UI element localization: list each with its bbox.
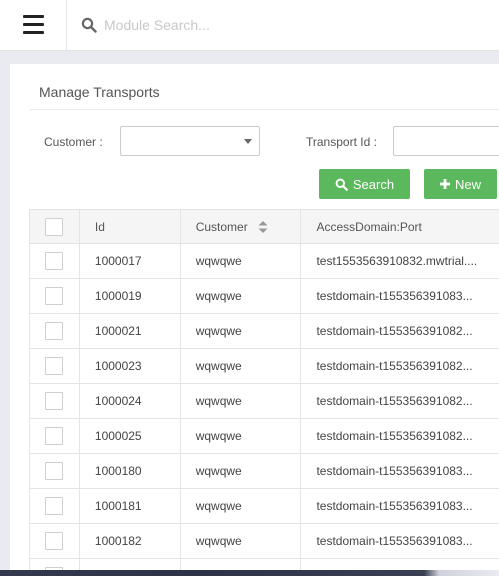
- id-cell: 1000019: [80, 279, 181, 313]
- table-header-row: Id Customer AccessDomain:Port: [30, 210, 499, 244]
- id-cell: 1000021: [80, 314, 181, 348]
- customer-cell: wqwqwe: [181, 384, 302, 418]
- search-icon: [81, 17, 97, 33]
- row-checkbox[interactable]: [45, 427, 64, 445]
- access-domain-cell: testdomain-t155356391082...: [316, 324, 473, 338]
- column-header-access-domain-label: AccessDomain:Port: [316, 219, 422, 234]
- manage-transports-panel: Manage Transports Customer : Transport I…: [10, 64, 499, 576]
- id-cell: 1000017: [80, 244, 181, 278]
- column-header-customer[interactable]: Customer: [181, 210, 302, 243]
- customer-cell: wqwqwe: [181, 349, 302, 383]
- row-checkbox[interactable]: [45, 392, 64, 410]
- select-all-cell: [30, 210, 80, 243]
- module-search-input[interactable]: [104, 12, 484, 38]
- id-cell: 1000180: [80, 454, 181, 488]
- access-domain-cell: testdomain-t155356391083...: [316, 534, 473, 548]
- id-cell: 1000023: [80, 349, 181, 383]
- id-cell: 1000024: [80, 384, 181, 418]
- transport-id-input[interactable]: [393, 126, 499, 156]
- access-domain-cell: testdomain-t155356391083...: [316, 464, 473, 478]
- title-divider: [30, 109, 499, 110]
- table-row[interactable]: 1000023 wqwqwe testdomain-t155356391082.…: [30, 349, 499, 384]
- search-button[interactable]: Search: [319, 169, 410, 199]
- transports-table: Id Customer AccessDomain:Port 1000017 wq…: [29, 209, 499, 576]
- row-checkbox[interactable]: [45, 462, 64, 480]
- column-header-id-label: Id: [94, 219, 105, 234]
- access-domain-cell: testdomain-t155356391082...: [316, 394, 473, 408]
- customer-cell: wqwqwe: [181, 524, 302, 558]
- access-domain-cell: testdomain-t155356391083...: [316, 289, 473, 303]
- search-icon: [335, 178, 348, 191]
- sort-icon[interactable]: [258, 220, 268, 233]
- customer-cell: wqwqwe: [181, 279, 302, 313]
- hamburger-menu-icon[interactable]: [0, 0, 67, 51]
- access-domain-cell: testdomain-t155356391082...: [316, 359, 473, 373]
- table-row[interactable]: 1000021 wqwqwe testdomain-t155356391082.…: [30, 314, 499, 349]
- id-cell: 1000182: [80, 524, 181, 558]
- id-cell: 1000181: [80, 489, 181, 523]
- table-row[interactable]: 1000017 wqwqwe test1553563910832.mwtrial…: [30, 244, 499, 279]
- new-button[interactable]: New: [424, 169, 497, 199]
- plus-icon: [439, 179, 450, 189]
- row-checkbox[interactable]: [45, 252, 64, 270]
- table-row[interactable]: 1000025 wqwqwe testdomain-t155356391082.…: [30, 419, 499, 454]
- customer-cell: wqwqwe: [181, 314, 302, 348]
- customer-cell: wqwqwe: [181, 489, 302, 523]
- select-all-checkbox[interactable]: [45, 217, 64, 236]
- top-bar: [0, 0, 499, 51]
- page-title: Manage Transports: [39, 84, 160, 100]
- customer-cell: wqwqwe: [181, 244, 302, 278]
- customer-cell: wqwqwe: [181, 419, 302, 453]
- column-header-id[interactable]: Id: [80, 210, 181, 243]
- customer-cell: wqwqwe: [181, 454, 302, 488]
- search-button-label: Search: [352, 176, 395, 192]
- table-row[interactable]: 1000024 wqwqwe testdomain-t155356391082.…: [30, 384, 499, 419]
- row-checkbox[interactable]: [45, 357, 64, 375]
- chevron-down-icon: [244, 139, 252, 144]
- transport-id-label: Transport Id :: [306, 135, 377, 149]
- table-row[interactable]: 1000019 wqwqwe testdomain-t155356391083.…: [30, 279, 499, 314]
- table-row[interactable]: 1000182 wqwqwe testdomain-t155356391083.…: [30, 524, 499, 559]
- row-checkbox[interactable]: [45, 287, 64, 305]
- table-row[interactable]: 1000181 wqwqwe testdomain-t155356391083.…: [30, 489, 499, 524]
- access-domain-cell: testdomain-t155356391082...: [316, 429, 473, 443]
- access-domain-cell: test1553563910832.mwtrial....: [316, 254, 478, 268]
- id-cell: 1000025: [80, 419, 181, 453]
- access-domain-cell: testdomain-t155356391083...: [316, 499, 473, 513]
- taskbar-strip: [0, 570, 499, 576]
- customer-label: Customer :: [44, 135, 103, 149]
- table-row[interactable]: 1000180 wqwqwe testdomain-t155356391083.…: [30, 454, 499, 489]
- column-header-access-domain[interactable]: AccessDomain:Port: [301, 210, 499, 243]
- column-header-customer-label: Customer: [195, 219, 248, 234]
- new-button-label: New: [454, 176, 481, 192]
- customer-select[interactable]: [120, 126, 260, 156]
- row-checkbox[interactable]: [45, 532, 64, 550]
- row-checkbox[interactable]: [45, 497, 64, 515]
- row-checkbox[interactable]: [45, 322, 64, 340]
